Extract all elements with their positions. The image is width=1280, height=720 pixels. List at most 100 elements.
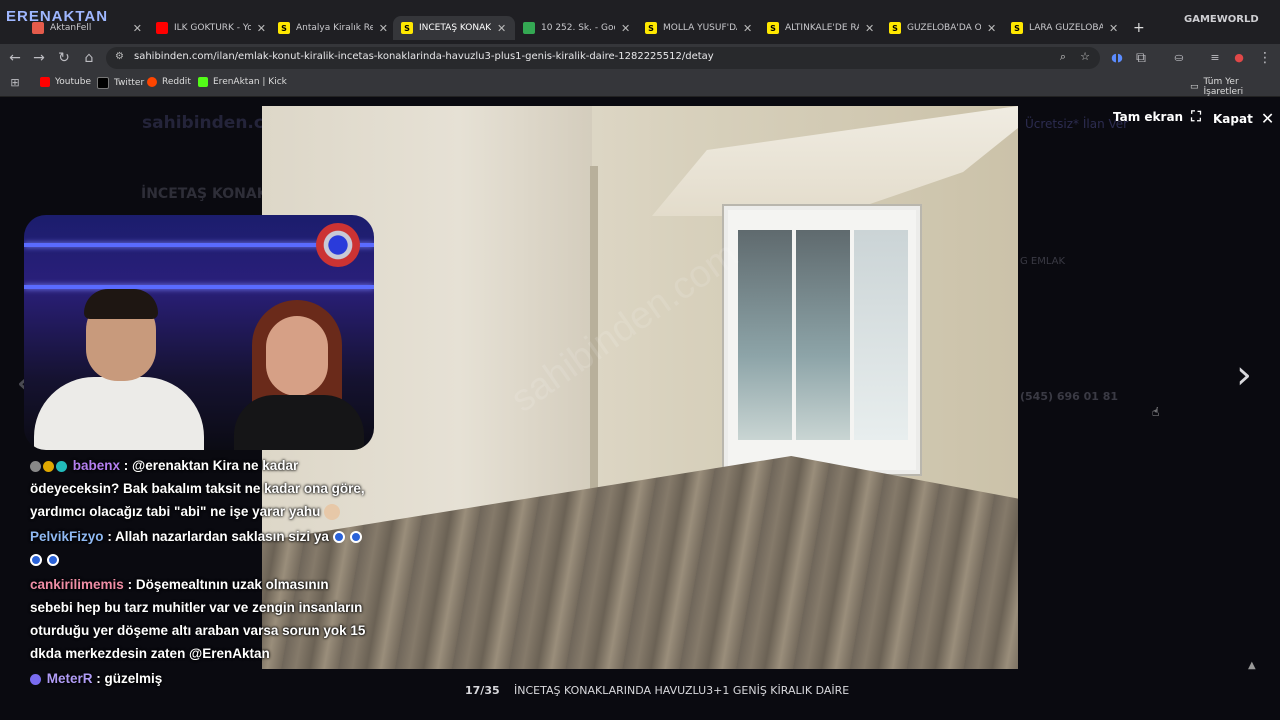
media-icon[interactable]: ≡ xyxy=(1206,49,1224,67)
streamer-hair xyxy=(84,289,158,319)
sahibinden-favicon-icon: S xyxy=(401,22,413,34)
reddit-icon xyxy=(147,77,157,87)
tab-favicon-icon xyxy=(32,22,44,34)
badge-icon xyxy=(56,460,67,472)
sahibinden-favicon-icon: S xyxy=(278,22,290,34)
photo-window xyxy=(724,206,920,474)
home-icon[interactable]: ⌂ xyxy=(80,49,98,67)
tab-title: 10 252. Sk. - Google Maps xyxy=(541,23,615,33)
tab-6[interactable]: S ALTINKALE'DE RADA ✕ xyxy=(767,16,877,40)
close-tab-icon[interactable]: ✕ xyxy=(257,22,266,35)
tab-8[interactable]: S LARA GÜZELOBADA ✕ xyxy=(1011,16,1121,40)
photo-counter: 17/35 xyxy=(465,684,500,697)
nazar-icon xyxy=(332,531,345,544)
all-bookmarks[interactable]: ▭ Tüm Yer İşaretleri xyxy=(1190,77,1280,97)
reload-icon[interactable]: ↻ xyxy=(55,49,73,67)
sahibinden-favicon-icon: S xyxy=(767,22,779,34)
close-tab-icon[interactable]: ✕ xyxy=(379,22,388,35)
bookmark-kick[interactable]: ErenAktan | Kick xyxy=(198,77,287,87)
chat-message: MeterR : güzelmiş xyxy=(30,667,375,690)
tab-7[interactable]: S GÜZELOBA'DA ORMAN ✕ xyxy=(889,16,999,40)
kick-icon xyxy=(198,77,208,87)
tab-title: ALTINKALE'DE RADA xyxy=(785,23,859,33)
close-tab-icon[interactable]: ✕ xyxy=(621,22,630,35)
folder-icon: ▭ xyxy=(1190,82,1199,92)
address-bar[interactable]: ⚙ sahibinden.com/ilan/emlak-konut-kirali… xyxy=(106,47,1100,69)
tab-3-active[interactable]: S İNCETAŞ KONAKLARINDA ✕ xyxy=(393,16,515,40)
chat-text: : güzelmiş xyxy=(96,671,163,686)
puzzle-icon[interactable]: ⧉ xyxy=(1132,49,1150,67)
window-pane xyxy=(796,230,850,440)
site-info-icon[interactable]: ⚙ xyxy=(115,51,124,62)
fullscreen-icon: ⛶ xyxy=(1191,109,1201,125)
close-tab-icon[interactable]: ✕ xyxy=(497,22,506,35)
bookmark-youtube[interactable]: Youtube xyxy=(40,77,91,87)
bookmark-label: Reddit xyxy=(162,77,191,87)
menu-icon[interactable]: ⋮ xyxy=(1256,49,1274,67)
profile-avatar-icon[interactable]: ● xyxy=(1230,49,1248,67)
next-photo-icon[interactable]: › xyxy=(1236,352,1252,398)
window-pane xyxy=(854,230,908,440)
tab-title: Antalya Kiralık Rezidans xyxy=(296,23,373,33)
chat-username: MeterR xyxy=(46,671,93,686)
tab-strip: ERENAKTAN AktanFell ✕ İLK GÖKTÜRK - YouT… xyxy=(0,0,1280,44)
badge-icon xyxy=(30,460,41,472)
window-pane xyxy=(738,230,792,440)
fullscreen-label: Tam ekran xyxy=(1113,110,1184,124)
chat-message: PelvikFizyo : Allah nazarlardan saklasın… xyxy=(30,525,375,571)
star-icon[interactable]: ☆ xyxy=(1080,50,1090,63)
office-name: G EMLAK xyxy=(1020,256,1066,267)
close-tab-icon[interactable]: ✕ xyxy=(743,22,752,35)
guest xyxy=(224,300,364,450)
nazar-icon xyxy=(349,531,362,544)
phone-number: (545) 696 01 81 xyxy=(1020,390,1119,403)
forward-icon[interactable]: → xyxy=(30,49,48,67)
mouse-cursor-icon: ☝ xyxy=(1152,405,1160,419)
extension-icon[interactable]: ◖◗ xyxy=(1108,49,1126,67)
back-icon[interactable]: ← xyxy=(6,49,24,67)
tab-4[interactable]: 10 252. Sk. - Google Maps ✕ xyxy=(523,16,633,40)
close-tab-icon[interactable]: ✕ xyxy=(987,22,996,35)
tab-1[interactable]: İLK GÖKTÜRK - YouTube ✕ xyxy=(156,16,266,40)
bookmark-twitter[interactable]: Twitter xyxy=(97,77,144,89)
tab-2[interactable]: S Antalya Kiralık Rezidans ✕ xyxy=(278,16,388,40)
zoom-icon[interactable]: ⌕ xyxy=(1060,50,1066,64)
twitter-icon xyxy=(97,77,109,89)
tab-title: İNCETAŞ KONAKLARINDA xyxy=(419,23,491,33)
close-tab-icon[interactable]: ✕ xyxy=(865,22,874,35)
listing-title: İNCETAŞ KONAK xyxy=(141,186,268,202)
tab-0[interactable]: AktanFell ✕ xyxy=(32,16,142,40)
listing-photo[interactable]: sahibinden.com xyxy=(262,106,1018,669)
all-bookmarks-label: Tüm Yer İşaretleri xyxy=(1203,77,1244,97)
youtube-icon xyxy=(40,77,50,87)
apps-grid-icon[interactable]: ⊞ xyxy=(6,74,24,92)
close-tab-icon[interactable]: ✕ xyxy=(1109,22,1118,35)
close-label: Kapat xyxy=(1213,111,1253,126)
close-tab-icon[interactable]: ✕ xyxy=(133,22,142,35)
chat-overlay: babenx : @erenaktan Kira ne kadar ödeyec… xyxy=(30,454,375,692)
bookmark-label: Youtube xyxy=(55,77,91,87)
chat-username: PelvikFizyo xyxy=(30,529,104,544)
new-tab-button[interactable]: + xyxy=(1133,16,1147,40)
close-button[interactable]: Kapat ✕ xyxy=(1213,109,1274,128)
sahibinden-favicon-icon: S xyxy=(645,22,657,34)
badge-icon xyxy=(30,673,41,685)
chat-message: babenx : @erenaktan Kira ne kadar ödeyec… xyxy=(30,454,375,523)
guest-head xyxy=(266,316,328,396)
bookmark-reddit[interactable]: Reddit xyxy=(147,77,191,87)
game-logo: GAMEWORLD xyxy=(1184,14,1259,25)
streamer-body xyxy=(34,377,204,450)
nazar-icon xyxy=(30,554,42,567)
tab-title: LARA GÜZELOBADA xyxy=(1029,23,1103,33)
incognito-icon[interactable]: ⛀ xyxy=(1170,49,1188,67)
bookmark-label: Twitter xyxy=(114,78,145,88)
maps-pin-icon xyxy=(523,22,535,34)
scroll-top-icon[interactable]: ▲ xyxy=(1248,660,1256,671)
fullscreen-button[interactable]: Tam ekran ⛶ xyxy=(1113,109,1201,125)
tab-title: MOLLA YUSUF'DA KİRALIK xyxy=(663,23,737,33)
tab-5[interactable]: S MOLLA YUSUF'DA KİRALIK ✕ xyxy=(645,16,755,40)
chat-message: cankirilimemis : Döşemealtının uzak olma… xyxy=(30,573,375,665)
sahibinden-favicon-icon: S xyxy=(1011,22,1023,34)
chat-text: : Allah nazarlardan saklasın sizi ya xyxy=(107,529,329,544)
captain-shield-icon xyxy=(316,223,360,267)
